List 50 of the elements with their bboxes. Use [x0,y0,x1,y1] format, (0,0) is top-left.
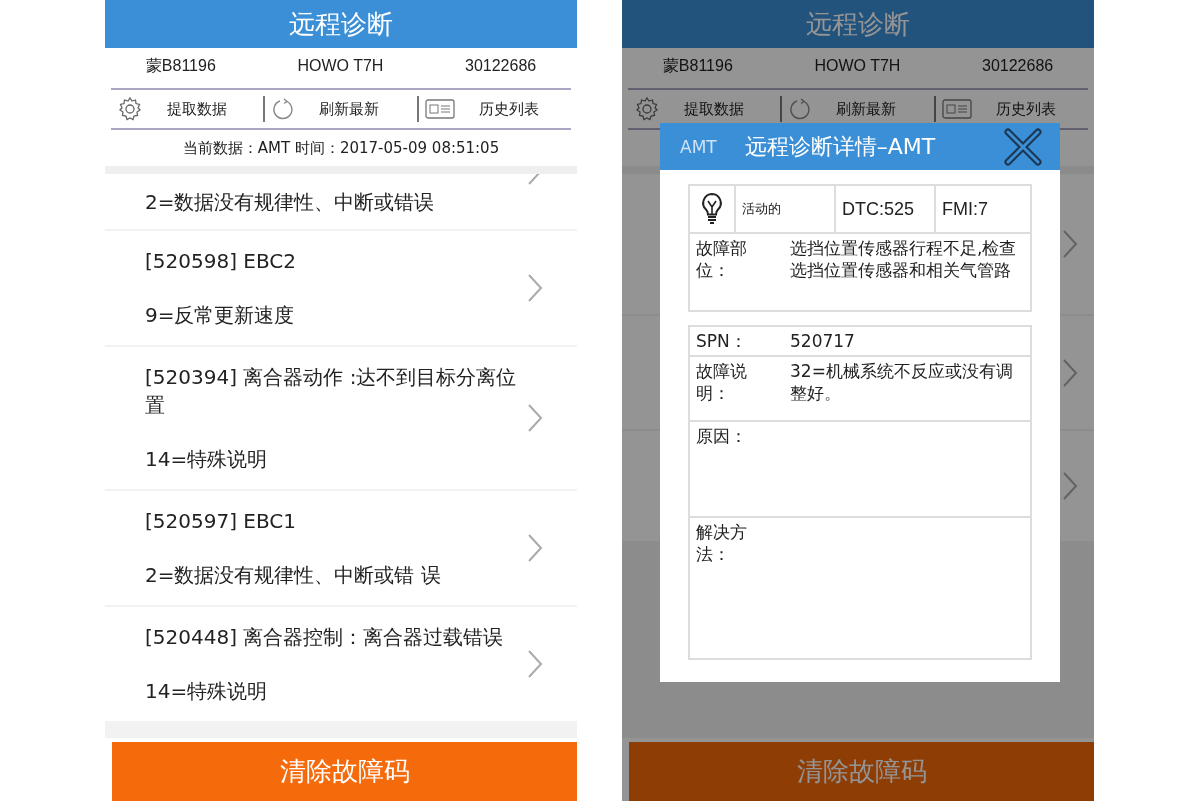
card-icon [425,98,455,120]
current-data-text: 当前数据：AMT 时间：2017-05-09 08:51:05 [182,138,500,158]
refresh-icon [271,97,295,121]
screen-title: 远程诊断 [806,7,910,41]
gear-icon [117,96,143,122]
vehicle-info: 30122686 [465,57,537,75]
card-icon [942,98,972,120]
toolbar-button[interactable]: 刷新最新 [265,92,417,126]
toolbar-button[interactable]: 刷新最新 [782,92,934,126]
vehicle-info: 30122686 [982,57,1054,75]
field-label: 原因： [695,425,748,448]
field-value: 32=机械系统不反应或没有调整好。 [789,360,1014,405]
fault-description: 9=反常更新速度 [145,302,296,329]
field-label: SPN： [695,330,748,353]
field-label: 故障说明： [695,360,748,405]
fault-code: [520394] 离合器动作 :达不到目标分离位置 [145,364,517,419]
screen-title: 远程诊断 [289,7,393,41]
toolbar-button[interactable]: 提取数据 [111,92,263,126]
toolbar-button[interactable]: 历史列表 [419,92,571,126]
toolbar-button[interactable]: 提取数据 [628,92,780,126]
fault-code: [520598] EBC2 [145,248,297,275]
dtc-cell: DTC:525 [834,186,934,232]
fault-row[interactable]: [520598] EBC2 9=反常更新速度 [105,231,577,345]
field-value: 520717 [789,330,856,353]
vehicle-info: HOWO T7H [814,57,901,75]
status-cell: 活动的 [734,186,834,232]
fmi-cell: FMI:7 [934,186,1030,232]
vehicle-info: HOWO T7H [297,57,384,75]
dialog-tag: AMT [680,136,717,157]
field-label: 解决方法： [695,521,748,566]
dialog-title: 远程诊断详情–AMT [744,132,937,161]
vehicle-info: 蒙B81196 [662,55,733,76]
fault-code: [520597] EBC1 [145,508,297,535]
close-icon[interactable] [1004,127,1042,166]
fault-code: [520448] 离合器控制：离合器过载错误 [145,624,505,651]
bulb-icon [700,192,724,226]
fault-row[interactable]: [520448] 离合器控制：离合器过载错误 14=特殊说明 [105,607,577,721]
field-value: 选挡位置传感器行程不足,检查选挡位置传感器和相关气管路 [789,237,1018,282]
fault-description: 2=数据没有规律性、中断或错 误 [145,562,442,589]
vehicle-info: 蒙B81196 [145,55,216,76]
fault-row[interactable]: 2=数据没有规律性、中断或错误 [105,174,577,229]
fault-row[interactable]: [520394] 离合器动作 :达不到目标分离位置 14=特殊说明 [105,347,577,489]
fault-description: 14=特殊说明 [145,446,269,473]
field-label: 故障部位： [695,237,748,282]
fault-row[interactable]: [520597] EBC1 2=数据没有规律性、中断或错 误 [105,491,577,605]
refresh-icon [788,97,812,121]
fault-description: 2=数据没有规律性、中断或错误 [145,189,436,216]
gear-icon [634,96,660,122]
toolbar-button[interactable]: 历史列表 [936,92,1088,126]
fault-description: 14=特殊说明 [145,678,269,705]
